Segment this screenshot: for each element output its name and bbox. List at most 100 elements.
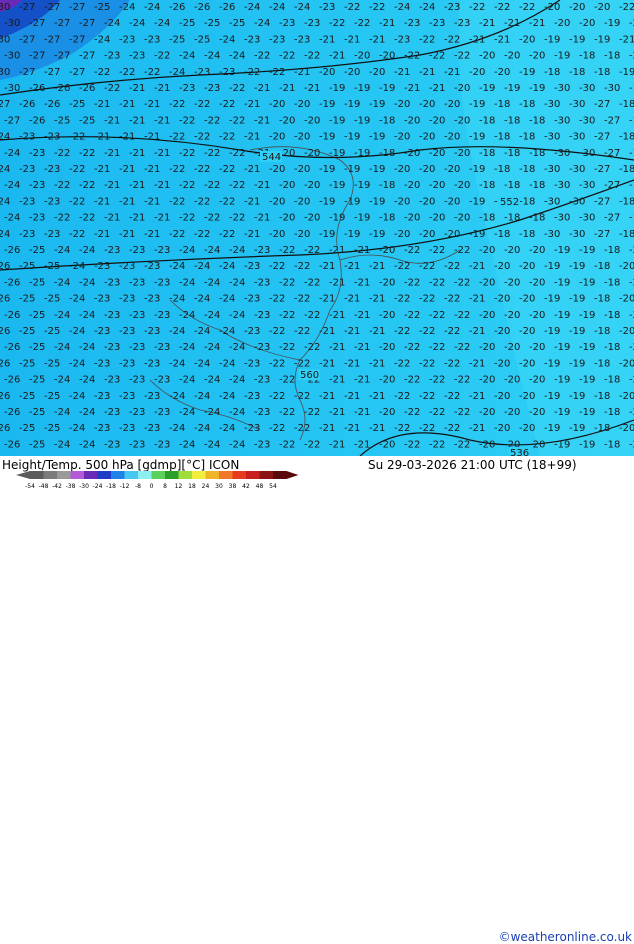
temperature-label: -21 bbox=[104, 213, 120, 224]
temperature-label: -27 bbox=[594, 99, 610, 110]
temperature-label: -22 bbox=[304, 439, 320, 450]
temperature-label: -20 bbox=[279, 180, 295, 191]
temperature-label: -22 bbox=[429, 277, 445, 288]
temperature-label: -21 bbox=[94, 196, 110, 207]
temperature-label: -24 bbox=[204, 245, 220, 256]
temperature-label: -21 bbox=[329, 245, 345, 256]
temperature-label: -25 bbox=[69, 99, 85, 110]
temperature-label: -21 bbox=[344, 423, 360, 434]
temperature-label: -18 bbox=[594, 294, 610, 305]
temperature-label: -22 bbox=[269, 423, 285, 434]
temperature-label: -24 bbox=[169, 294, 185, 305]
temperature-label: -24 bbox=[244, 2, 260, 13]
temperature-label: -22 bbox=[304, 342, 320, 353]
temperature-label: -21 bbox=[619, 34, 634, 45]
temperature-label: -20 bbox=[629, 245, 634, 256]
temperature-label: -27 bbox=[54, 51, 70, 62]
scale-arrow-right bbox=[286, 471, 299, 479]
temperature-label: -22 bbox=[394, 261, 410, 272]
temperature-label: -19 bbox=[544, 358, 560, 369]
scale-swatch bbox=[151, 471, 165, 479]
temperature-label: -21 bbox=[429, 83, 445, 94]
temperature-label: -20 bbox=[379, 342, 395, 353]
temperature-label: -22 bbox=[219, 99, 235, 110]
temperature-label: -22 bbox=[429, 51, 445, 62]
temperature-label: -22 bbox=[394, 294, 410, 305]
temperature-label: -21 bbox=[254, 180, 270, 191]
temperature-label: -19 bbox=[529, 83, 545, 94]
temperature-label: -21 bbox=[344, 358, 360, 369]
temperature-label: -26 bbox=[4, 310, 20, 321]
temperature-label: -19 bbox=[354, 148, 370, 159]
temperature-label: -22 bbox=[279, 277, 295, 288]
temperature-label: -24 bbox=[229, 245, 245, 256]
temperature-label: -22 bbox=[179, 213, 195, 224]
temperature-label: -24 bbox=[219, 358, 235, 369]
temperature-label: -24 bbox=[0, 164, 10, 175]
temperature-label: -27 bbox=[594, 164, 610, 175]
temperature-label: -30 bbox=[569, 164, 585, 175]
scale-tick-label: 42 bbox=[242, 483, 250, 490]
temperature-label: -21 bbox=[129, 115, 145, 126]
temperature-label: -27 bbox=[0, 99, 10, 110]
temperature-label: -23 bbox=[454, 18, 470, 29]
temperature-label: -20 bbox=[279, 115, 295, 126]
temperature-label: -19 bbox=[354, 180, 370, 191]
temperature-label: -19 bbox=[569, 423, 585, 434]
temperature-label: -24 bbox=[0, 132, 10, 143]
temperature-label: -22 bbox=[404, 310, 420, 321]
temperature-label: -20 bbox=[629, 277, 634, 288]
temperature-label: -19 bbox=[604, 18, 620, 29]
temperature-label: -19 bbox=[554, 245, 570, 256]
temperature-label: -23 bbox=[204, 83, 220, 94]
temperature-label: -18 bbox=[379, 115, 395, 126]
temperature-label: -20 bbox=[569, 2, 585, 13]
temperature-label: -27 bbox=[594, 196, 610, 207]
temperature-label: -18 bbox=[379, 148, 395, 159]
temperature-label: -21 bbox=[154, 115, 170, 126]
temperature-label: -23 bbox=[94, 294, 110, 305]
temperature-label: -22 bbox=[54, 213, 70, 224]
scale-tick-label: -24 bbox=[93, 483, 103, 490]
temperature-label: -24 bbox=[204, 342, 220, 353]
temperature-label: -21 bbox=[344, 294, 360, 305]
temperature-label: -20 bbox=[394, 164, 410, 175]
temperature-label: -20 bbox=[454, 148, 470, 159]
temperature-label: -19 bbox=[519, 67, 535, 78]
temperature-label: -21 bbox=[469, 326, 485, 337]
temperature-label: -24 bbox=[4, 148, 20, 159]
temperature-label: -23 bbox=[444, 2, 460, 13]
temperature-label: -21 bbox=[244, 132, 260, 143]
temperature-label: -22 bbox=[254, 51, 270, 62]
temperature-label: -18 bbox=[529, 213, 545, 224]
temperature-label: -24 bbox=[179, 439, 195, 450]
credit-link[interactable]: ©weatheronline.co.uk bbox=[499, 930, 632, 944]
temperature-label: -21 bbox=[254, 83, 270, 94]
temperature-label: -25 bbox=[29, 245, 45, 256]
temperature-label: -30 bbox=[554, 180, 570, 191]
temperature-label: -26 bbox=[0, 294, 10, 305]
temperature-label: -19 bbox=[329, 148, 345, 159]
temperature-label: -20 bbox=[394, 196, 410, 207]
temperature-label: -24 bbox=[254, 18, 270, 29]
temperature-label: -22 bbox=[454, 407, 470, 418]
temperature-label: -24 bbox=[129, 18, 145, 29]
temperature-label: -21 bbox=[369, 358, 385, 369]
temperature-label: -22 bbox=[444, 34, 460, 45]
temperature-label: -21 bbox=[394, 67, 410, 78]
temperature-label: -19 bbox=[619, 67, 634, 78]
temperature-label: -18 bbox=[594, 326, 610, 337]
temperature-label: -20 bbox=[454, 115, 470, 126]
temperature-label: -20 bbox=[629, 51, 634, 62]
temperature-label: -19 bbox=[569, 326, 585, 337]
temperature-label: -22 bbox=[444, 391, 460, 402]
temperature-label: -20 bbox=[504, 375, 520, 386]
temperature-label: -27 bbox=[604, 180, 620, 191]
temperature-label: -24 bbox=[154, 18, 170, 29]
temperature-label: -22 bbox=[419, 326, 435, 337]
temperature-label: -19 bbox=[369, 229, 385, 240]
temperature-label: -22 bbox=[194, 99, 210, 110]
temperature-label: -18 bbox=[604, 51, 620, 62]
temperature-label: -20 bbox=[294, 164, 310, 175]
temperature-label: -22 bbox=[304, 310, 320, 321]
